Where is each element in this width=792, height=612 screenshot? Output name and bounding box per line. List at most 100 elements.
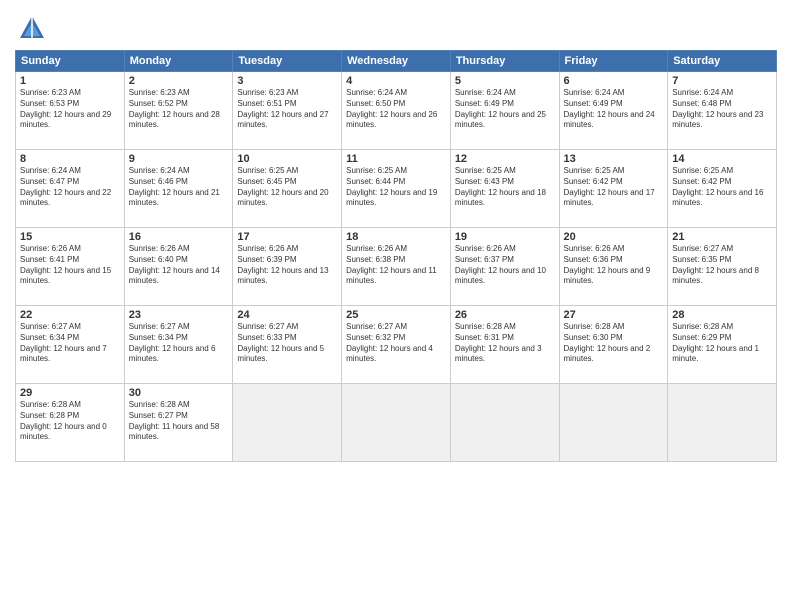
calendar-cell [559,384,668,462]
day-info: Sunrise: 6:23 AMSunset: 6:51 PMDaylight:… [237,88,337,131]
day-info: Sunrise: 6:27 AMSunset: 6:34 PMDaylight:… [129,322,229,365]
calendar-week-row: 29Sunrise: 6:28 AMSunset: 6:28 PMDayligh… [16,384,777,462]
day-info: Sunrise: 6:26 AMSunset: 6:37 PMDaylight:… [455,244,555,287]
calendar-cell: 3Sunrise: 6:23 AMSunset: 6:51 PMDaylight… [233,72,342,150]
calendar-cell: 6Sunrise: 6:24 AMSunset: 6:49 PMDaylight… [559,72,668,150]
day-number: 12 [455,153,555,165]
calendar-cell: 19Sunrise: 6:26 AMSunset: 6:37 PMDayligh… [450,228,559,306]
calendar-week-row: 1Sunrise: 6:23 AMSunset: 6:53 PMDaylight… [16,72,777,150]
day-info: Sunrise: 6:28 AMSunset: 6:30 PMDaylight:… [564,322,664,365]
calendar-cell: 7Sunrise: 6:24 AMSunset: 6:48 PMDaylight… [668,72,777,150]
calendar-cell: 28Sunrise: 6:28 AMSunset: 6:29 PMDayligh… [668,306,777,384]
calendar-cell: 25Sunrise: 6:27 AMSunset: 6:32 PMDayligh… [342,306,451,384]
calendar-cell: 1Sunrise: 6:23 AMSunset: 6:53 PMDaylight… [16,72,125,150]
day-number: 19 [455,231,555,243]
calendar-week-row: 22Sunrise: 6:27 AMSunset: 6:34 PMDayligh… [16,306,777,384]
day-info: Sunrise: 6:25 AMSunset: 6:45 PMDaylight:… [237,166,337,209]
calendar-cell: 4Sunrise: 6:24 AMSunset: 6:50 PMDaylight… [342,72,451,150]
day-info: Sunrise: 6:24 AMSunset: 6:46 PMDaylight:… [129,166,229,209]
calendar-cell: 11Sunrise: 6:25 AMSunset: 6:44 PMDayligh… [342,150,451,228]
day-info: Sunrise: 6:26 AMSunset: 6:38 PMDaylight:… [346,244,446,287]
day-number: 18 [346,231,446,243]
logo [15,14,46,42]
day-number: 15 [20,231,120,243]
calendar-day-header: Monday [124,51,233,72]
day-info: Sunrise: 6:25 AMSunset: 6:44 PMDaylight:… [346,166,446,209]
calendar-header-row: SundayMondayTuesdayWednesdayThursdayFrid… [16,51,777,72]
day-info: Sunrise: 6:25 AMSunset: 6:42 PMDaylight:… [564,166,664,209]
calendar-cell [450,384,559,462]
day-info: Sunrise: 6:28 AMSunset: 6:29 PMDaylight:… [672,322,772,365]
calendar-cell: 2Sunrise: 6:23 AMSunset: 6:52 PMDaylight… [124,72,233,150]
calendar-cell [668,384,777,462]
day-info: Sunrise: 6:24 AMSunset: 6:50 PMDaylight:… [346,88,446,131]
calendar-day-header: Thursday [450,51,559,72]
day-info: Sunrise: 6:24 AMSunset: 6:49 PMDaylight:… [564,88,664,131]
calendar-cell: 29Sunrise: 6:28 AMSunset: 6:28 PMDayligh… [16,384,125,462]
day-info: Sunrise: 6:23 AMSunset: 6:53 PMDaylight:… [20,88,120,131]
day-info: Sunrise: 6:28 AMSunset: 6:27 PMDaylight:… [129,400,229,443]
day-info: Sunrise: 6:27 AMSunset: 6:34 PMDaylight:… [20,322,120,365]
day-number: 24 [237,309,337,321]
calendar-cell [342,384,451,462]
calendar-cell [233,384,342,462]
page: SundayMondayTuesdayWednesdayThursdayFrid… [0,0,792,612]
calendar-body: 1Sunrise: 6:23 AMSunset: 6:53 PMDaylight… [16,72,777,462]
day-info: Sunrise: 6:24 AMSunset: 6:48 PMDaylight:… [672,88,772,131]
day-number: 6 [564,75,664,87]
calendar-day-header: Wednesday [342,51,451,72]
day-info: Sunrise: 6:26 AMSunset: 6:41 PMDaylight:… [20,244,120,287]
day-info: Sunrise: 6:27 AMSunset: 6:35 PMDaylight:… [672,244,772,287]
calendar-day-header: Sunday [16,51,125,72]
calendar-week-row: 15Sunrise: 6:26 AMSunset: 6:41 PMDayligh… [16,228,777,306]
day-number: 11 [346,153,446,165]
calendar-cell: 10Sunrise: 6:25 AMSunset: 6:45 PMDayligh… [233,150,342,228]
calendar-cell: 17Sunrise: 6:26 AMSunset: 6:39 PMDayligh… [233,228,342,306]
calendar-cell: 21Sunrise: 6:27 AMSunset: 6:35 PMDayligh… [668,228,777,306]
day-number: 1 [20,75,120,87]
day-number: 29 [20,387,120,399]
day-info: Sunrise: 6:24 AMSunset: 6:47 PMDaylight:… [20,166,120,209]
day-number: 14 [672,153,772,165]
calendar-week-row: 8Sunrise: 6:24 AMSunset: 6:47 PMDaylight… [16,150,777,228]
calendar-cell: 5Sunrise: 6:24 AMSunset: 6:49 PMDaylight… [450,72,559,150]
day-number: 2 [129,75,229,87]
calendar-cell: 9Sunrise: 6:24 AMSunset: 6:46 PMDaylight… [124,150,233,228]
day-number: 26 [455,309,555,321]
day-number: 16 [129,231,229,243]
logo-icon [18,14,46,42]
day-info: Sunrise: 6:27 AMSunset: 6:33 PMDaylight:… [237,322,337,365]
calendar-cell: 14Sunrise: 6:25 AMSunset: 6:42 PMDayligh… [668,150,777,228]
day-number: 5 [455,75,555,87]
day-number: 9 [129,153,229,165]
calendar-cell: 16Sunrise: 6:26 AMSunset: 6:40 PMDayligh… [124,228,233,306]
day-info: Sunrise: 6:26 AMSunset: 6:39 PMDaylight:… [237,244,337,287]
day-number: 28 [672,309,772,321]
day-info: Sunrise: 6:24 AMSunset: 6:49 PMDaylight:… [455,88,555,131]
calendar-day-header: Saturday [668,51,777,72]
calendar-day-header: Friday [559,51,668,72]
calendar-day-header: Tuesday [233,51,342,72]
day-info: Sunrise: 6:27 AMSunset: 6:32 PMDaylight:… [346,322,446,365]
day-info: Sunrise: 6:28 AMSunset: 6:31 PMDaylight:… [455,322,555,365]
day-info: Sunrise: 6:26 AMSunset: 6:36 PMDaylight:… [564,244,664,287]
calendar-cell: 27Sunrise: 6:28 AMSunset: 6:30 PMDayligh… [559,306,668,384]
calendar-cell: 18Sunrise: 6:26 AMSunset: 6:38 PMDayligh… [342,228,451,306]
day-number: 22 [20,309,120,321]
calendar-cell: 23Sunrise: 6:27 AMSunset: 6:34 PMDayligh… [124,306,233,384]
calendar-cell: 24Sunrise: 6:27 AMSunset: 6:33 PMDayligh… [233,306,342,384]
day-number: 17 [237,231,337,243]
day-number: 23 [129,309,229,321]
calendar-table: SundayMondayTuesdayWednesdayThursdayFrid… [15,50,777,462]
day-number: 25 [346,309,446,321]
day-number: 8 [20,153,120,165]
day-number: 20 [564,231,664,243]
calendar-cell: 8Sunrise: 6:24 AMSunset: 6:47 PMDaylight… [16,150,125,228]
day-number: 13 [564,153,664,165]
calendar-cell: 22Sunrise: 6:27 AMSunset: 6:34 PMDayligh… [16,306,125,384]
day-info: Sunrise: 6:28 AMSunset: 6:28 PMDaylight:… [20,400,120,443]
day-info: Sunrise: 6:25 AMSunset: 6:43 PMDaylight:… [455,166,555,209]
day-info: Sunrise: 6:25 AMSunset: 6:42 PMDaylight:… [672,166,772,209]
calendar-cell: 26Sunrise: 6:28 AMSunset: 6:31 PMDayligh… [450,306,559,384]
day-number: 10 [237,153,337,165]
